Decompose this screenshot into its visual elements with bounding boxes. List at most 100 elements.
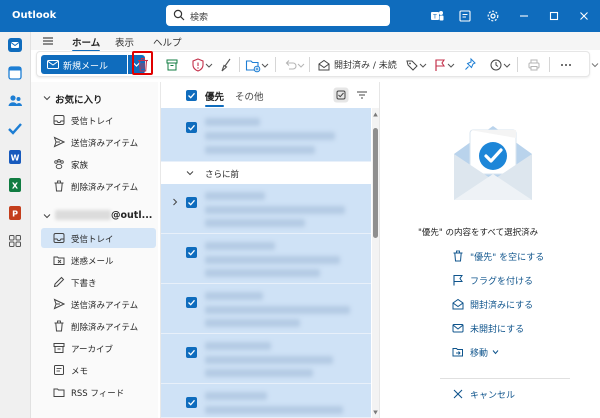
word-app-icon[interactable]: W (5, 148, 25, 166)
read-unread-button[interactable]: 開封済み / 未読 (334, 58, 397, 71)
send-icon (53, 136, 65, 148)
checkmark-icon (188, 399, 195, 406)
account-name-redacted (55, 210, 111, 220)
archive-icon[interactable] (165, 56, 179, 74)
folder-item-sent[interactable]: 送信済みアイテム (41, 294, 156, 314)
move-to-folder-icon[interactable] (245, 56, 261, 74)
select-all-checkbox[interactable] (186, 90, 197, 101)
mail-app-icon[interactable] (5, 36, 25, 54)
favorite-item-inbox[interactable]: 受信トレイ (41, 110, 156, 130)
tag-icon[interactable] (405, 56, 419, 74)
tab-other[interactable]: その他 (235, 89, 264, 103)
redacted-subject (205, 206, 345, 214)
folder-item-archive[interactable]: アーカイブ (41, 338, 156, 358)
pencil-icon (53, 276, 65, 288)
favorite-item-deleted[interactable]: 削除済みアイテム (41, 176, 156, 196)
row-checkbox[interactable] (186, 347, 197, 358)
row-checkbox[interactable] (186, 297, 197, 308)
chevron-down-icon[interactable] (503, 56, 511, 74)
sweep-icon[interactable] (219, 56, 233, 74)
message-row[interactable] (161, 234, 371, 284)
svg-text:T: T (432, 14, 437, 21)
maximize-icon[interactable] (546, 8, 562, 24)
favorite-item-sent[interactable]: 送信済みアイテム (41, 132, 156, 152)
chevron-down-icon[interactable] (419, 56, 427, 74)
notes-icon[interactable] (458, 9, 472, 23)
svg-text:X: X (12, 182, 19, 191)
inbox-icon (53, 115, 65, 125)
folder-item-junk[interactable]: 迷惑メール (41, 250, 156, 270)
favorite-item-family[interactable]: 家族 (41, 154, 156, 174)
message-row[interactable] (161, 284, 371, 334)
message-row[interactable] (161, 384, 371, 418)
calendar-app-icon[interactable] (5, 64, 25, 82)
tab-view[interactable]: 表示 (115, 35, 134, 49)
minimize-icon[interactable] (516, 8, 532, 24)
folder-item-rss[interactable]: RSS フィード (41, 382, 156, 402)
paw-icon (54, 159, 64, 170)
search-input-placeholder[interactable]: 検索 (190, 10, 208, 23)
message-row[interactable] (161, 334, 371, 384)
folder-item-inbox[interactable]: 受信トレイ (41, 228, 156, 248)
report-shield-icon[interactable] (191, 56, 205, 74)
teams-icon[interactable]: T (430, 9, 444, 23)
scroll-down-arrow-icon[interactable] (373, 410, 378, 415)
account-group[interactable]: @outl... (31, 206, 158, 226)
message-list-scrollbar[interactable] (372, 108, 379, 418)
ribbon-collapse-chevron-icon[interactable] (591, 61, 599, 69)
move-to-folder-icon (452, 348, 463, 357)
section-header[interactable]: さらに前 (161, 162, 371, 184)
folder-label: RSS フィード (71, 389, 125, 399)
new-mail-button[interactable]: 新規メール (41, 55, 127, 74)
excel-app-icon[interactable]: X (5, 176, 25, 194)
redacted-sender (205, 242, 275, 250)
open-envelope-icon[interactable] (317, 56, 331, 74)
redacted-sender (205, 192, 265, 200)
row-checkbox[interactable] (186, 197, 197, 208)
chevron-down-icon (492, 350, 499, 355)
pin-icon[interactable] (463, 56, 477, 74)
todo-app-icon[interactable] (5, 120, 25, 138)
account-label: @outl... (111, 210, 153, 221)
tab-help[interactable]: ヘルプ (153, 35, 182, 49)
tab-home[interactable]: ホーム (72, 35, 101, 52)
chevron-down-icon[interactable] (205, 56, 213, 74)
folder-label: 送信済みアイテム (71, 139, 139, 149)
flag-icon[interactable] (433, 56, 447, 74)
folder-label: 迷惑メール (71, 257, 114, 267)
toolbar-separator (309, 57, 310, 72)
chevron-right-icon[interactable] (171, 198, 179, 206)
message-row[interactable] (161, 184, 371, 234)
snooze-clock-icon[interactable] (489, 56, 503, 74)
powerpoint-app-icon[interactable]: P (5, 204, 25, 222)
search-box[interactable]: 検索 (166, 5, 390, 26)
action-label: 移動 (470, 349, 489, 359)
chevron-down-icon[interactable] (261, 56, 269, 74)
favorites-group[interactable]: お気に入り (31, 88, 158, 108)
print-icon[interactable] (527, 56, 541, 74)
filter-icon[interactable] (354, 87, 370, 103)
chevron-down-icon[interactable] (297, 56, 305, 74)
folder-item-drafts[interactable]: 下書き (41, 272, 156, 292)
message-row[interactable] (161, 108, 371, 162)
folder-item-notes[interactable]: メモ (41, 360, 156, 380)
delete-icon[interactable] (136, 56, 150, 74)
more-apps-icon[interactable] (5, 232, 25, 250)
reading-pane: "優先" の内容をすべて選択済み "優先" を空にする フラグを付ける 開封済み… (379, 82, 600, 418)
scrollbar-thumb[interactable] (373, 128, 378, 238)
undo-icon[interactable] (283, 56, 297, 74)
folder-item-deleted[interactable]: 削除済みアイテム (41, 316, 156, 336)
redacted-preview (205, 369, 313, 377)
chevron-down-icon[interactable] (447, 56, 455, 74)
tab-focused[interactable]: 優先 (205, 89, 225, 107)
row-checkbox[interactable] (186, 397, 197, 408)
menu-icon[interactable] (42, 35, 54, 47)
row-checkbox[interactable] (186, 122, 197, 133)
more-options-icon[interactable] (559, 56, 573, 74)
scroll-up-arrow-icon[interactable] (373, 112, 378, 117)
people-app-icon[interactable] (5, 92, 25, 110)
row-checkbox[interactable] (186, 247, 197, 258)
close-icon[interactable] (576, 8, 592, 24)
selection-mode-icon[interactable] (333, 87, 349, 103)
settings-icon[interactable] (486, 9, 500, 23)
